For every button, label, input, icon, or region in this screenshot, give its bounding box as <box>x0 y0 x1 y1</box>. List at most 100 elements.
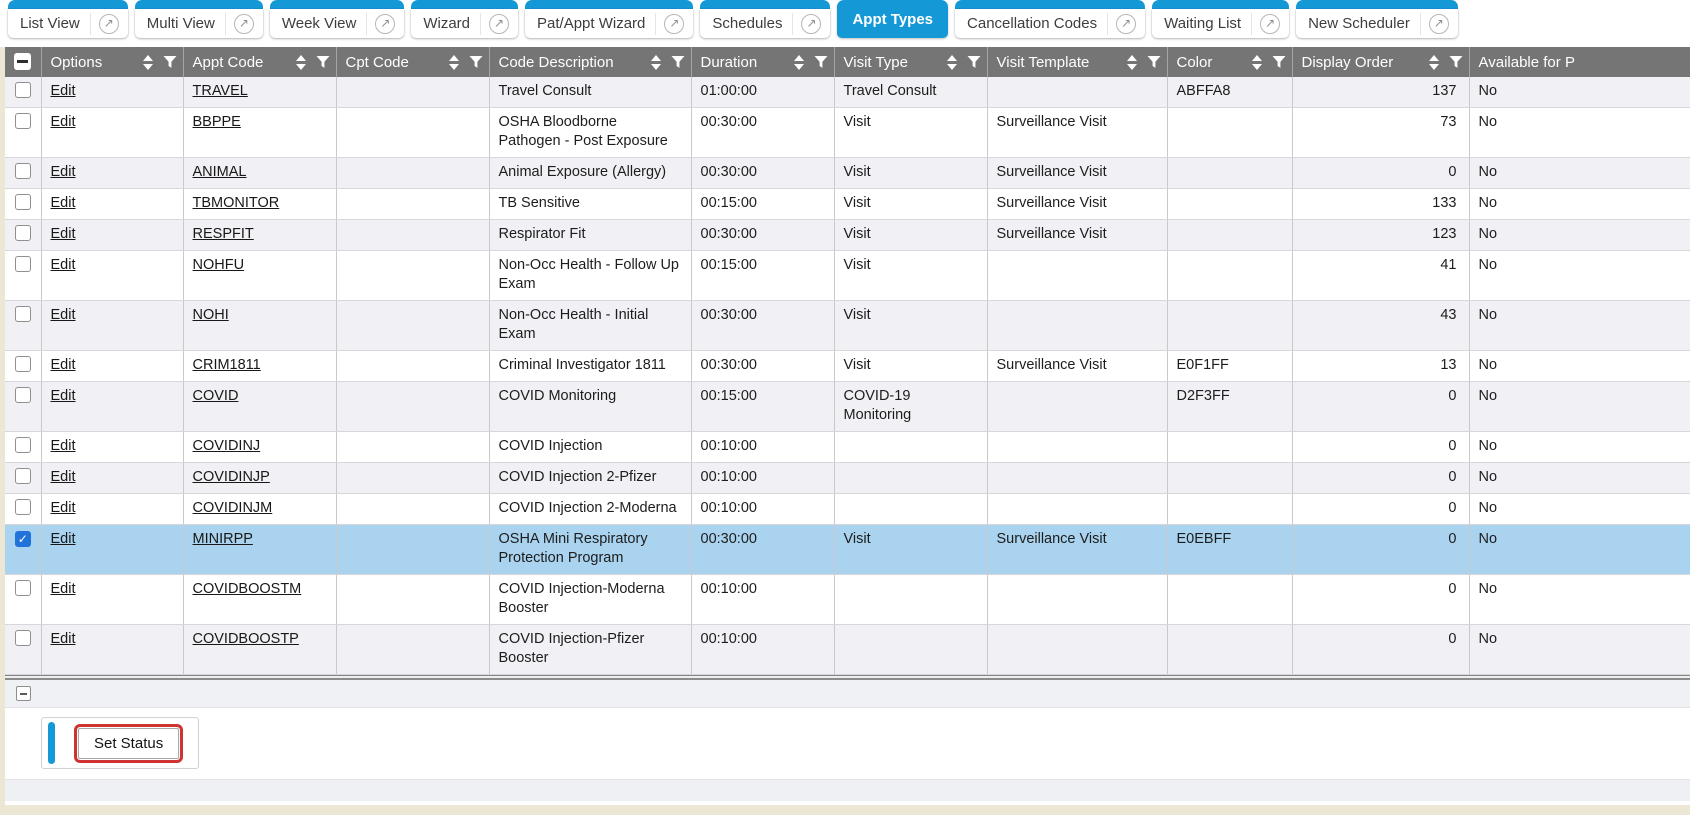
column-header-options[interactable]: Options <box>41 47 183 77</box>
filter-funnel-icon[interactable] <box>814 56 828 69</box>
edit-link[interactable]: Edit <box>51 500 76 516</box>
popout-icon[interactable]: ↗ <box>1260 14 1280 34</box>
set-status-button[interactable]: Set Status <box>78 728 179 759</box>
popout-icon[interactable]: ↗ <box>234 14 254 34</box>
row-checkbox[interactable] <box>15 387 31 403</box>
popout-icon[interactable]: ↗ <box>1116 14 1136 34</box>
sort-icon[interactable] <box>449 55 459 70</box>
tab-waiting-list[interactable]: Waiting List↗ <box>1152 0 1289 38</box>
popout-icon[interactable]: ↗ <box>664 14 684 34</box>
edit-link[interactable]: Edit <box>51 257 76 273</box>
edit-link[interactable]: Edit <box>51 531 76 547</box>
sort-icon[interactable] <box>1252 55 1262 70</box>
row-checkbox[interactable] <box>15 113 31 129</box>
popout-icon[interactable]: ↗ <box>375 14 395 34</box>
tab-body: Schedules↗ <box>700 9 830 38</box>
column-header-duration[interactable]: Duration <box>691 47 834 77</box>
header-wrap: Available for P <box>1479 47 1690 77</box>
edit-link[interactable]: Edit <box>51 307 76 323</box>
appt-code-link[interactable]: CRIM1811 <box>193 357 261 373</box>
row-checkbox[interactable] <box>15 225 31 241</box>
tab-schedules[interactable]: Schedules↗ <box>700 0 830 38</box>
select-all-checkbox[interactable] <box>14 53 31 70</box>
appt-code-link[interactable]: NOHFU <box>193 257 245 273</box>
filter-funnel-icon[interactable] <box>967 56 981 69</box>
appt-code-link[interactable]: COVIDBOOSTM <box>193 581 302 597</box>
edit-link[interactable]: Edit <box>51 631 76 647</box>
edit-link[interactable]: Edit <box>51 357 76 373</box>
tab-appt-types[interactable]: Appt Types <box>837 0 948 38</box>
column-header-display-order[interactable]: Display Order <box>1292 47 1469 77</box>
sort-icon[interactable] <box>794 55 804 70</box>
filter-funnel-icon[interactable] <box>1147 56 1161 69</box>
collapse-minus-icon[interactable] <box>16 686 31 701</box>
sort-desc-arrow <box>296 64 306 70</box>
edit-link[interactable]: Edit <box>51 83 76 99</box>
popout-icon[interactable]: ↗ <box>99 14 119 34</box>
appt-code-cell: RESPFIT <box>183 220 336 251</box>
row-checkbox[interactable] <box>15 468 31 484</box>
appt-code-link[interactable]: COVIDBOOSTP <box>193 631 299 647</box>
tab-week-view[interactable]: Week View↗ <box>270 0 404 38</box>
popout-icon[interactable]: ↗ <box>801 14 821 34</box>
column-header-color[interactable]: Color <box>1167 47 1292 77</box>
edit-link[interactable]: Edit <box>51 114 76 130</box>
appt-code-link[interactable]: RESPFIT <box>193 226 254 242</box>
popout-icon[interactable]: ↗ <box>1429 14 1449 34</box>
sort-icon[interactable] <box>1127 55 1137 70</box>
appt-code-link[interactable]: NOHI <box>193 307 229 323</box>
column-header-appt-code[interactable]: Appt Code <box>183 47 336 77</box>
appt-code-link[interactable]: COVIDINJ <box>193 438 261 454</box>
popout-icon[interactable]: ↗ <box>489 14 509 34</box>
row-checkbox[interactable] <box>15 194 31 210</box>
row-checkbox[interactable] <box>15 356 31 372</box>
row-checkbox[interactable] <box>15 256 31 272</box>
edit-link[interactable]: Edit <box>51 581 76 597</box>
filter-funnel-icon[interactable] <box>1272 56 1286 69</box>
sort-icon[interactable] <box>1429 55 1439 70</box>
appt-code-link[interactable]: MINIRPP <box>193 531 253 547</box>
edit-link[interactable]: Edit <box>51 438 76 454</box>
appt-code-link[interactable]: TBMONITOR <box>193 195 280 211</box>
appt-code-link[interactable]: TRAVEL <box>193 83 248 99</box>
filter-funnel-icon[interactable] <box>671 56 685 69</box>
appt-code-link[interactable]: COVIDINJP <box>193 469 270 485</box>
row-checkbox[interactable] <box>15 82 31 98</box>
tab-cancellation-codes[interactable]: Cancellation Codes↗ <box>955 0 1145 38</box>
row-checkbox[interactable]: ✓ <box>15 531 31 547</box>
column-header-available-for-p[interactable]: Available for P <box>1469 47 1690 77</box>
edit-link[interactable]: Edit <box>51 164 76 180</box>
row-checkbox[interactable] <box>15 437 31 453</box>
row-checkbox[interactable] <box>15 499 31 515</box>
row-checkbox[interactable] <box>15 630 31 646</box>
filter-funnel-icon[interactable] <box>316 56 330 69</box>
column-header-code-description[interactable]: Code Description <box>489 47 691 77</box>
column-header-visit-type[interactable]: Visit Type <box>834 47 987 77</box>
edit-link[interactable]: Edit <box>51 388 76 404</box>
edit-link[interactable]: Edit <box>51 195 76 211</box>
column-header-visit-template[interactable]: Visit Template <box>987 47 1167 77</box>
sort-icon[interactable] <box>296 55 306 70</box>
edit-link[interactable]: Edit <box>51 226 76 242</box>
row-checkbox[interactable] <box>15 163 31 179</box>
appt-code-link[interactable]: COVIDINJM <box>193 500 273 516</box>
appt-code-link[interactable]: ANIMAL <box>193 164 247 180</box>
tab-new-scheduler[interactable]: New Scheduler↗ <box>1296 0 1458 38</box>
sort-icon[interactable] <box>947 55 957 70</box>
tab-pat-appt-wizard[interactable]: Pat/Appt Wizard↗ <box>525 0 693 38</box>
row-checkbox[interactable] <box>15 306 31 322</box>
visit-type-cell: Visit <box>834 301 987 351</box>
appt-code-link[interactable]: BBPPE <box>193 114 241 130</box>
filter-funnel-icon[interactable] <box>163 56 177 69</box>
sort-icon[interactable] <box>143 55 153 70</box>
appt-code-link[interactable]: COVID <box>193 388 239 404</box>
tab-wizard[interactable]: Wizard↗ <box>411 0 518 38</box>
filter-funnel-icon[interactable] <box>469 56 483 69</box>
tab-multi-view[interactable]: Multi View↗ <box>135 0 263 38</box>
sort-icon[interactable] <box>651 55 661 70</box>
row-checkbox[interactable] <box>15 580 31 596</box>
edit-link[interactable]: Edit <box>51 469 76 485</box>
column-header-cpt-code[interactable]: Cpt Code <box>336 47 489 77</box>
tab-list-view[interactable]: List View↗ <box>8 0 128 38</box>
filter-funnel-icon[interactable] <box>1449 56 1463 69</box>
